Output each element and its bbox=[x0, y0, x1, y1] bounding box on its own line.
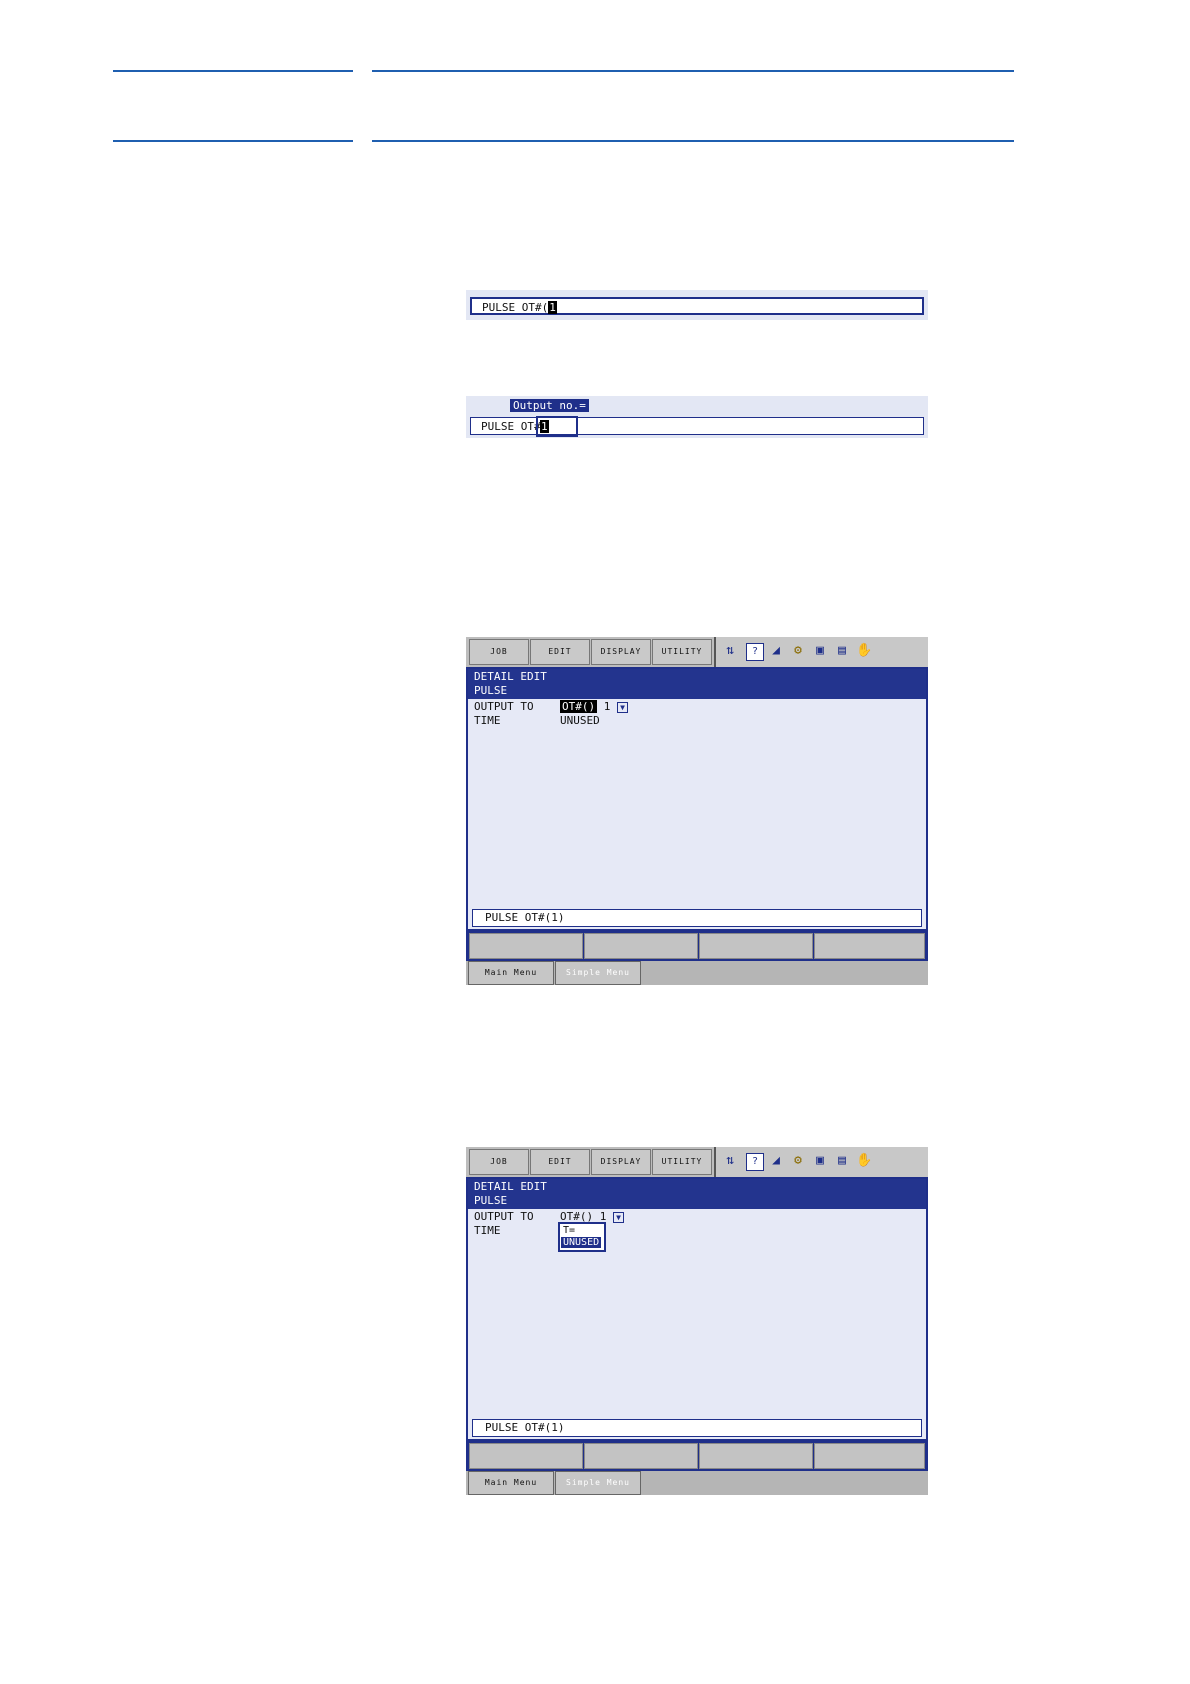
time-option-popup: T= UNUSED bbox=[558, 1222, 606, 1252]
simple-menu-button[interactable]: Simple Menu bbox=[555, 1471, 641, 1495]
menu-edit-button[interactable]: EDIT bbox=[530, 1149, 590, 1175]
main-menu-button[interactable]: Main Menu bbox=[468, 1471, 554, 1495]
mode-switch-icon: ⇅ bbox=[726, 1153, 734, 1168]
title-bar: DETAIL EDIT PULSE bbox=[468, 1179, 926, 1209]
document-edit-icon: ▤ bbox=[838, 1153, 846, 1168]
header-rule-right-top bbox=[372, 70, 1014, 72]
title-bar: DETAIL EDIT PULSE bbox=[468, 669, 926, 699]
document-edit-icon: ▤ bbox=[838, 643, 846, 658]
header-rule-right-bottom bbox=[372, 140, 1014, 142]
menu-edit-button[interactable]: EDIT bbox=[530, 639, 590, 665]
detail-edit-panel: DETAIL EDIT PULSE OUTPUT TO OT#() 1 ▼ TI… bbox=[466, 1177, 928, 1441]
time-label: TIME bbox=[474, 714, 501, 727]
camera-icon: ▣ bbox=[816, 1153, 824, 1168]
input-line-box[interactable]: PULSE OT#(1) bbox=[472, 1419, 922, 1437]
function-key-3[interactable] bbox=[699, 933, 813, 959]
panel-title: DETAIL EDIT bbox=[474, 670, 547, 683]
output-type-field[interactable]: OT#() bbox=[560, 700, 598, 713]
menu-bar: JOB EDIT DISPLAY UTILITY ⇅ ? ◢ ⚙ ▣ ▤ ✋ bbox=[466, 1147, 928, 1177]
input-line-snippet-2: Output no.= PULSE OT# 1 bbox=[466, 396, 928, 438]
input-cursor: 1 bbox=[540, 420, 549, 433]
function-key-bar bbox=[466, 931, 928, 961]
number-entry-box[interactable]: 1 bbox=[536, 416, 578, 437]
input-line-text: PULSE OT#(1) bbox=[485, 911, 565, 924]
function-key-3[interactable] bbox=[699, 1443, 813, 1469]
time-option-unused[interactable]: UNUSED bbox=[561, 1237, 602, 1248]
robot-arm-icon: ⚙ bbox=[794, 643, 802, 658]
output-no-prompt: Output no.= bbox=[510, 399, 589, 412]
menu-job-button[interactable]: JOB bbox=[469, 1149, 529, 1175]
menu-utility-button[interactable]: UTILITY bbox=[652, 1149, 712, 1175]
dropdown-icon[interactable]: ▼ bbox=[613, 1211, 624, 1223]
detail-edit-panel: DETAIL EDIT PULSE OUTPUT TO OT#() 1 ▼ TI… bbox=[466, 667, 928, 931]
hand-icon: ✋ bbox=[856, 1153, 873, 1168]
input-line-box[interactable]: PULSE OT#(1) bbox=[472, 909, 922, 927]
function-key-2[interactable] bbox=[584, 933, 698, 959]
camera-icon: ▣ bbox=[816, 643, 824, 658]
help-icon: ? bbox=[746, 1153, 764, 1171]
mode-switch-icon: ⇅ bbox=[726, 643, 734, 658]
simple-menu-button[interactable]: Simple Menu bbox=[555, 961, 641, 985]
input-line-text: PULSE OT#(1) bbox=[485, 1421, 565, 1434]
time-label: TIME bbox=[474, 1224, 501, 1237]
header-rule-left-top bbox=[113, 70, 353, 72]
menu-job-button[interactable]: JOB bbox=[469, 639, 529, 665]
input-cursor: 1 bbox=[548, 301, 557, 314]
header-rule-left-bottom bbox=[113, 140, 353, 142]
output-to-value[interactable]: OT#() 1 ▼ bbox=[560, 700, 628, 713]
hand-icon: ✋ bbox=[856, 643, 873, 658]
main-menu-button[interactable]: Main Menu bbox=[468, 961, 554, 985]
pendant-screen-1: JOB EDIT DISPLAY UTILITY ⇅ ? ◢ ⚙ ▣ ▤ ✋ D… bbox=[466, 637, 928, 985]
input-line-box[interactable]: PULSE OT#(1 bbox=[470, 297, 924, 315]
status-icon-bar: ⇅ ? ◢ ⚙ ▣ ▤ ✋ bbox=[714, 637, 928, 667]
time-option-t[interactable]: T= bbox=[563, 1225, 575, 1236]
signal-strength-icon: ◢ bbox=[772, 1153, 780, 1168]
time-value[interactable]: UNUSED bbox=[560, 714, 600, 727]
dropdown-icon[interactable]: ▼ bbox=[617, 701, 628, 713]
function-key-1[interactable] bbox=[469, 933, 583, 959]
function-key-bar bbox=[466, 1441, 928, 1471]
function-key-4[interactable] bbox=[814, 1443, 925, 1469]
menu-bar: JOB EDIT DISPLAY UTILITY ⇅ ? ◢ ⚙ ▣ ▤ ✋ bbox=[466, 637, 928, 667]
pendant-screen-2: JOB EDIT DISPLAY UTILITY ⇅ ? ◢ ⚙ ▣ ▤ ✋ D… bbox=[466, 1147, 928, 1495]
menu-display-button[interactable]: DISPLAY bbox=[591, 1149, 651, 1175]
output-to-label: OUTPUT TO bbox=[474, 1210, 534, 1223]
bottom-bar: Main Menu Simple Menu bbox=[466, 961, 928, 985]
panel-subtitle: PULSE bbox=[474, 1194, 508, 1207]
function-key-1[interactable] bbox=[469, 1443, 583, 1469]
input-line-snippet-1: PULSE OT#(1 bbox=[466, 290, 928, 320]
panel-title: DETAIL EDIT bbox=[474, 1180, 547, 1193]
robot-arm-icon: ⚙ bbox=[794, 1153, 802, 1168]
menu-utility-button[interactable]: UTILITY bbox=[652, 639, 712, 665]
help-icon: ? bbox=[746, 643, 764, 661]
function-key-4[interactable] bbox=[814, 933, 925, 959]
function-key-2[interactable] bbox=[584, 1443, 698, 1469]
bottom-bar: Main Menu Simple Menu bbox=[466, 1471, 928, 1495]
output-number: 1 bbox=[603, 700, 611, 713]
input-line-text: PULSE OT#( bbox=[482, 301, 549, 314]
signal-strength-icon: ◢ bbox=[772, 643, 780, 658]
input-line-text: PULSE OT# bbox=[481, 420, 541, 433]
panel-subtitle: PULSE bbox=[474, 684, 508, 697]
status-icon-bar: ⇅ ? ◢ ⚙ ▣ ▤ ✋ bbox=[714, 1147, 928, 1177]
menu-display-button[interactable]: DISPLAY bbox=[591, 639, 651, 665]
output-to-label: OUTPUT TO bbox=[474, 700, 534, 713]
